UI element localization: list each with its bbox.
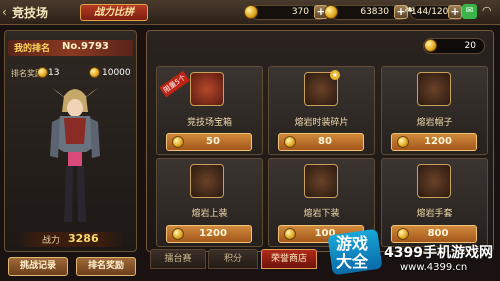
medal-icon — [37, 67, 48, 78]
wifi-icon: ◠ — [482, 4, 492, 17]
honor-coin-icon — [424, 39, 437, 52]
stamina-value: 144/120 — [411, 7, 449, 17]
treasure-chest-icon — [190, 72, 224, 106]
item-name: 熔岩下装 — [303, 209, 340, 219]
rank-number: No.9793 — [62, 41, 109, 52]
price-coin-icon — [172, 136, 184, 148]
price-coin-icon — [397, 136, 409, 148]
tab-arena[interactable]: 擂台赛 — [150, 249, 206, 269]
c-coin-icon — [244, 5, 258, 19]
lava-gloves-icon — [417, 164, 451, 198]
reward-medals: 13 — [48, 68, 60, 78]
watermark-site: 4399手机游戏网 — [384, 245, 493, 261]
price-value: 50 — [206, 136, 220, 147]
item-name: 熔岩帽子 — [416, 118, 453, 128]
reward-coins: 10000 — [102, 68, 131, 78]
mail-icon[interactable]: ✉ — [462, 4, 477, 19]
lava-hat-icon — [417, 72, 451, 106]
star-badge-icon: ★ — [330, 70, 340, 80]
lava-top-icon — [190, 164, 224, 198]
watermark-logo-text-2: 大全 — [336, 252, 369, 271]
back-button[interactable]: ‹ — [2, 5, 10, 19]
tab-points[interactable]: 积分 — [208, 249, 258, 269]
stamina-add-button[interactable]: + — [448, 5, 462, 19]
lava-pants-icon — [304, 164, 338, 198]
item-name: 熔岩手套 — [416, 209, 453, 219]
watermark-url: www.4399.cn — [400, 262, 468, 273]
price-coin-icon — [284, 228, 296, 240]
rank-reward-button[interactable]: 排名奖励 — [76, 257, 136, 276]
price-value: 80 — [318, 136, 332, 147]
gold-coin-icon — [89, 67, 100, 78]
power-compare-tag[interactable]: 战力比拼 — [80, 4, 148, 21]
page-title: 竞技场 — [12, 6, 49, 20]
price-coin-icon — [172, 228, 184, 240]
power-value: 3286 — [68, 232, 99, 245]
price-coin-icon — [284, 136, 296, 148]
hero-character — [50, 88, 100, 222]
price-value: 800 — [427, 228, 449, 239]
gold-value: 370 — [291, 7, 309, 17]
power-label: 战力 — [42, 236, 61, 246]
rank-label: 我的排名 — [14, 44, 51, 54]
tab-honor-shop[interactable]: 荣誉商店 — [261, 249, 317, 269]
item-name: 熔岩时装碎片 — [294, 118, 349, 128]
wings-icon: ❧ — [404, 3, 415, 18]
item-name: 竞技场宝箱 — [186, 118, 232, 128]
item-name: 熔岩上装 — [191, 209, 228, 219]
gold-coin-icon — [324, 5, 338, 19]
challenge-record-button[interactable]: 挑战记录 — [8, 257, 68, 276]
price-coin-icon — [397, 228, 409, 240]
price-value: 1200 — [424, 136, 452, 147]
price-value: 1200 — [199, 228, 227, 239]
honor-points-value: 20 — [464, 41, 476, 51]
watermark-logo-text-1: 游戏 — [336, 234, 369, 253]
coin-value: 63830 — [360, 7, 389, 17]
